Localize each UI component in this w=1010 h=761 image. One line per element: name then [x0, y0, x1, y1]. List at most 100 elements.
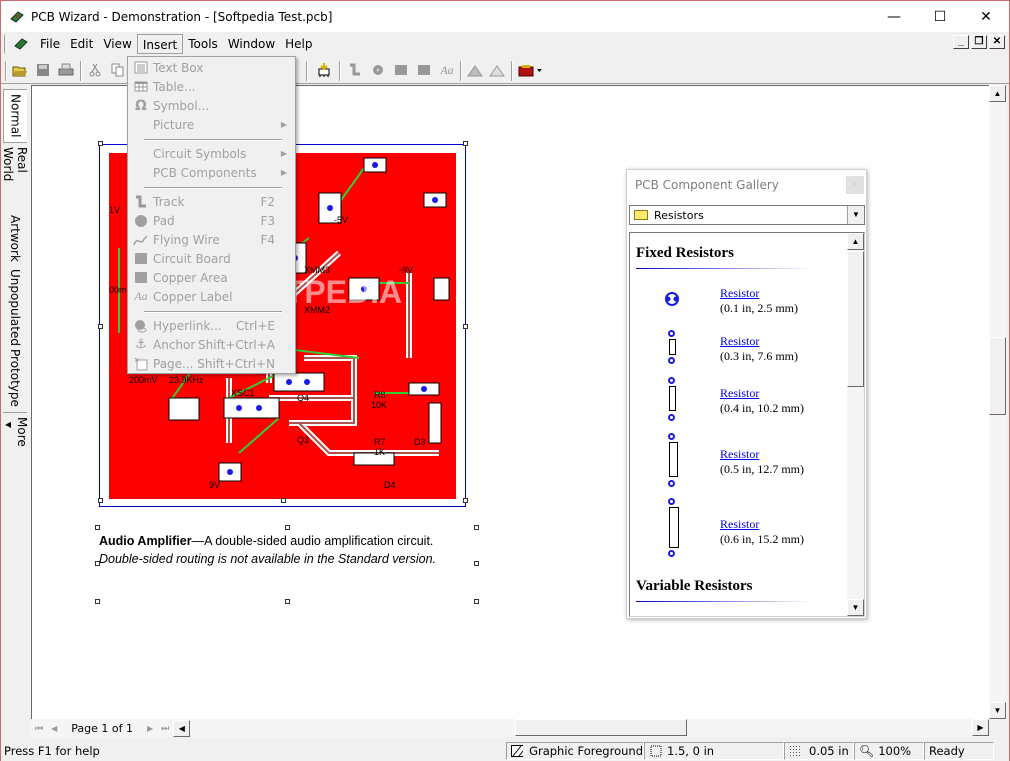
print-icon[interactable] — [57, 61, 75, 79]
resize-handle[interactable] — [285, 525, 290, 530]
menu-item-copper-label[interactable]: Aa Copper Label — [128, 287, 295, 306]
menu-item-circuit-board[interactable]: Circuit Board — [128, 249, 295, 268]
tab-normal[interactable]: Normal — [3, 89, 27, 143]
tab-real-world[interactable]: Real World — [1, 143, 29, 211]
tab-unpopulated[interactable]: Unpopulated — [3, 265, 27, 346]
scroll-left-button[interactable]: ◀ — [173, 719, 191, 737]
horizontal-scroll-thumb[interactable] — [515, 719, 687, 736]
copper-area-icon[interactable] — [415, 61, 433, 79]
resistor-link[interactable]: Resistor — [720, 447, 804, 462]
scroll-up-button[interactable]: ▲ — [989, 85, 1006, 102]
gallery-scroll-up-button[interactable]: ▲ — [847, 233, 864, 250]
document-icon[interactable] — [13, 37, 29, 51]
menu-item-track[interactable]: Track F2 — [128, 192, 295, 211]
track-icon[interactable] — [346, 61, 364, 79]
gallery-scroll-thumb[interactable] — [847, 251, 864, 387]
prev-page-icon[interactable]: ◀ — [51, 724, 57, 733]
minimize-button[interactable]: — — [871, 1, 917, 32]
menu-item-hyperlink[interactable]: Hyperlink... Ctrl+E — [128, 316, 295, 335]
resistor-link[interactable]: Resistor — [720, 517, 804, 532]
mdi-restore-button[interactable]: ❐ — [971, 35, 987, 49]
resize-handle[interactable] — [463, 141, 468, 146]
toolbar-grip[interactable] — [5, 61, 7, 81]
resize-handle[interactable] — [285, 599, 290, 604]
tab-prototype[interactable]: Prototype — [3, 345, 27, 413]
resize-handle[interactable] — [98, 498, 103, 503]
gallery-close-button[interactable]: x — [846, 176, 864, 194]
menu-tools[interactable]: Tools — [183, 34, 223, 54]
resistor-link[interactable]: Resistor — [720, 386, 804, 401]
resize-handle[interactable] — [98, 141, 103, 146]
resistor-link[interactable]: Resistor — [720, 334, 798, 349]
menu-edit[interactable]: Edit — [65, 34, 98, 54]
board-label: 9V — [209, 480, 220, 490]
close-button[interactable]: ✕ — [963, 1, 1009, 32]
resistor-link[interactable]: Resistor — [720, 286, 798, 301]
gallery-scrollbar[interactable]: ▲ ▼ — [847, 233, 864, 616]
next-page-icon[interactable]: ▶ — [147, 724, 153, 733]
menu-item-flying-wire[interactable]: Flying Wire F4 — [128, 230, 295, 249]
caption-textbox[interactable]: Audio Amplifier—A double-sided audio amp… — [99, 532, 489, 568]
category-select[interactable]: Resistors ▼ — [629, 205, 865, 225]
maximize-button[interactable]: ☐ — [917, 1, 963, 32]
scroll-right-button[interactable]: ▶ — [972, 719, 989, 736]
menu-item-anchor[interactable]: ⚓︎ Anchor Shift+Ctrl+A — [128, 335, 295, 354]
scroll-down-button[interactable]: ▼ — [989, 702, 1006, 719]
resize-handle[interactable] — [95, 561, 100, 566]
menu-item-pad[interactable]: Pad F3 — [128, 211, 295, 230]
cut-icon[interactable] — [86, 61, 104, 79]
save-icon[interactable] — [34, 61, 52, 79]
menu-item-picture[interactable]: Picture ▶ — [128, 115, 295, 134]
resize-handle[interactable] — [474, 525, 479, 530]
resize-handle[interactable] — [95, 599, 100, 604]
copper-label-icon[interactable]: Aa — [438, 61, 456, 79]
circuit-board-icon[interactable] — [392, 61, 410, 79]
menu-insert[interactable]: Insert — [136, 34, 184, 54]
section-divider — [636, 268, 811, 269]
pad-icon — [668, 414, 675, 421]
gallery-scroll-down-button[interactable]: ▼ — [847, 599, 864, 616]
menu-help[interactable]: Help — [280, 34, 317, 54]
tab-more[interactable]: More ◂ — [1, 413, 29, 463]
menu-item-text-box[interactable]: Text Box — [128, 58, 295, 77]
menu-window[interactable]: Window — [223, 34, 280, 54]
menubar-grip[interactable] — [4, 35, 7, 53]
vertical-scrollbar[interactable]: ▲ ▼ — [989, 85, 1007, 719]
last-page-icon[interactable]: ⏭ — [161, 723, 169, 734]
menu-item-copper-area[interactable]: Copper Area — [128, 268, 295, 287]
rotate-left-icon[interactable] — [466, 61, 484, 79]
resize-handle[interactable] — [95, 525, 100, 530]
first-page-icon[interactable]: ⏮ — [35, 723, 43, 734]
resize-handle[interactable] — [474, 599, 479, 604]
open-icon[interactable] — [11, 61, 29, 79]
menu-item-symbol[interactable]: Ω Symbol... — [128, 96, 295, 115]
resize-handle[interactable] — [281, 498, 286, 503]
pad-icon — [668, 498, 675, 505]
resize-handle[interactable] — [463, 498, 468, 503]
menu-item-circuit-symbols[interactable]: Circuit Symbols ▶ — [128, 144, 295, 163]
view-tabs: Normal Real World Artwork Unpopulated Pr… — [1, 89, 29, 465]
menu-item-table[interactable]: Table... — [128, 77, 295, 96]
tab-artwork[interactable]: Artwork — [3, 211, 27, 265]
component-icon[interactable] — [315, 61, 333, 79]
menu-file[interactable]: File — [35, 34, 65, 54]
resistor-footprint-icon[interactable] — [663, 292, 681, 306]
copy-icon[interactable] — [109, 61, 127, 79]
resize-handle[interactable] — [463, 324, 468, 329]
toolbar-separator — [460, 61, 462, 81]
board-label: 300m — [109, 285, 127, 295]
menu-item-pcb-components[interactable]: PCB Components ▶ — [128, 163, 295, 182]
mdi-minimize-button[interactable]: _ — [953, 35, 969, 49]
chevron-down-icon[interactable]: ▼ — [847, 206, 864, 224]
vertical-scroll-thumb[interactable] — [989, 337, 1006, 415]
menu-view[interactable]: View — [98, 34, 136, 54]
menu-separator — [144, 187, 282, 189]
mdi-close-button[interactable]: ✕ — [989, 35, 1005, 49]
board-label: D4 — [384, 480, 396, 490]
pad-icon[interactable] — [369, 61, 387, 79]
toolbox-icon[interactable] — [517, 61, 545, 79]
resize-handle[interactable] — [98, 324, 103, 329]
resize-handle[interactable] — [474, 561, 479, 566]
menu-item-page[interactable]: Page... Shift+Ctrl+N — [128, 354, 295, 373]
rotate-right-icon[interactable] — [488, 61, 506, 79]
